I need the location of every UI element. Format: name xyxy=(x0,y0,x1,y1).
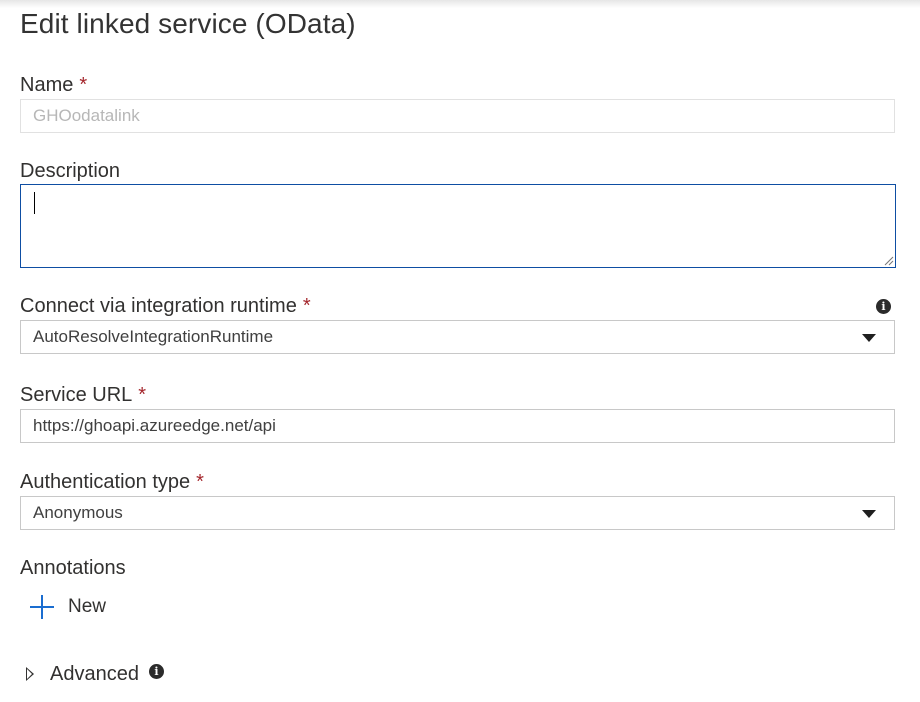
description-label-text: Description xyxy=(20,160,121,182)
auth-type-value: Anonymous xyxy=(33,503,123,522)
info-icon[interactable]: i xyxy=(876,299,891,314)
name-label: Name * xyxy=(20,74,87,97)
required-marker: * xyxy=(196,471,204,493)
service-url-input[interactable]: https://ghoapi.azureedge.net/api xyxy=(20,409,895,443)
runtime-value: AutoResolveIntegrationRuntime xyxy=(33,327,274,346)
top-shadow xyxy=(0,0,920,8)
annotations-label: Annotations xyxy=(20,557,126,580)
service-url-value: https://ghoapi.azureedge.net/api xyxy=(33,416,276,435)
plus-icon xyxy=(30,595,54,619)
resize-handle-icon[interactable] xyxy=(882,254,894,266)
name-value: GHOodatalink xyxy=(33,106,140,125)
name-label-text: Name xyxy=(20,74,74,96)
text-cursor xyxy=(34,192,35,214)
advanced-label: Advanced xyxy=(50,662,139,685)
auth-type-label: Authentication type * xyxy=(20,471,204,494)
info-icon[interactable]: i xyxy=(149,664,164,679)
description-textarea[interactable] xyxy=(20,184,896,268)
description-label: Description xyxy=(20,160,120,183)
required-marker: * xyxy=(138,384,147,406)
new-button-label: New xyxy=(68,596,107,617)
required-marker: * xyxy=(79,74,88,96)
page-title: Edit linked service (OData) xyxy=(20,8,356,39)
chevron-right-icon xyxy=(26,667,34,681)
auth-type-label-text: Authentication type xyxy=(20,471,191,493)
add-annotation-button[interactable]: New xyxy=(30,592,106,622)
service-url-label-text: Service URL xyxy=(20,384,133,406)
advanced-toggle[interactable]: Advanced xyxy=(26,660,139,688)
runtime-label-text: Connect via integration runtime xyxy=(20,295,297,317)
service-url-label: Service URL * xyxy=(20,384,146,407)
auth-type-select[interactable]: Anonymous xyxy=(20,496,895,530)
chevron-down-icon xyxy=(862,510,876,518)
runtime-select[interactable]: AutoResolveIntegrationRuntime xyxy=(20,320,895,354)
annotations-label-text: Annotations xyxy=(20,557,126,579)
chevron-down-icon xyxy=(862,334,876,342)
runtime-label: Connect via integration runtime * xyxy=(20,295,311,318)
name-field[interactable]: GHOodatalink xyxy=(20,99,895,133)
required-marker: * xyxy=(302,295,311,317)
